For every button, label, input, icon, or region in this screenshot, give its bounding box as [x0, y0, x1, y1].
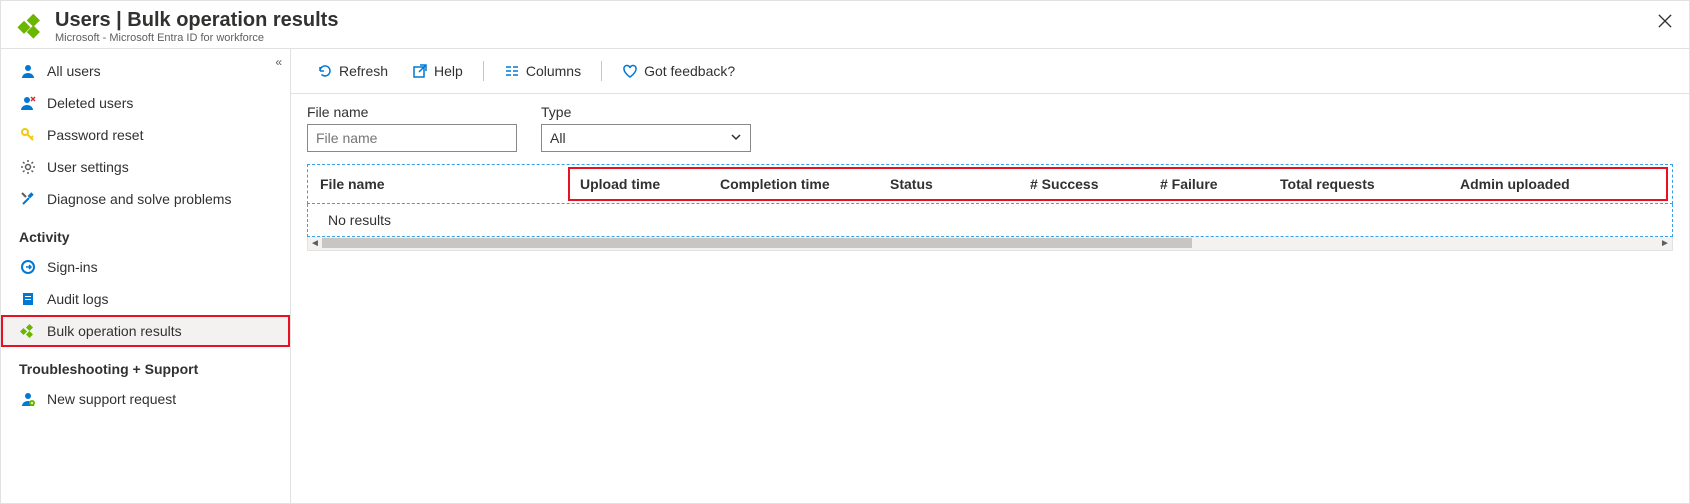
sidebar-item-label: Audit logs	[47, 291, 108, 307]
key-icon	[19, 126, 37, 144]
user-x-icon	[19, 94, 37, 112]
sidebar-item-password-reset[interactable]: Password reset	[1, 119, 290, 151]
sidebar-item-label: Password reset	[47, 127, 143, 143]
column-header-status[interactable]: Status	[878, 176, 1018, 192]
support-icon	[19, 390, 37, 408]
filter-label: File name	[307, 104, 517, 120]
scroll-left-arrow[interactable]: ◄	[308, 238, 322, 249]
columns-label: Columns	[526, 63, 581, 79]
sidebar-item-bulk-results[interactable]: Bulk operation results	[1, 315, 290, 347]
no-results-row: No results	[307, 204, 1673, 237]
sidebar-item-sign-ins[interactable]: Sign-ins	[1, 251, 290, 283]
filter-label: Type	[541, 104, 751, 120]
blade-header: Users | Bulk operation results Microsoft…	[1, 1, 1689, 49]
sidebar-item-label: Sign-ins	[47, 259, 98, 275]
page-subtitle: Microsoft - Microsoft Entra ID for workf…	[55, 32, 1673, 44]
bulk-icon	[19, 322, 37, 340]
collapse-sidebar-button[interactable]: «	[275, 55, 282, 69]
sidebar-item-all-users[interactable]: All users	[1, 55, 290, 87]
sidebar-item-user-settings[interactable]: User settings	[1, 151, 290, 183]
sidebar-item-support-request[interactable]: New support request	[1, 383, 290, 415]
column-header-file-name[interactable]: File name	[308, 176, 568, 192]
sidebar-item-label: All users	[47, 63, 101, 79]
help-label: Help	[434, 63, 463, 79]
sidebar-item-label: Deleted users	[47, 95, 133, 111]
scrollbar-thumb[interactable]	[322, 238, 1192, 248]
filter-file-name: File name	[307, 104, 517, 152]
sidebar-section-activity: Activity	[1, 215, 290, 251]
blade-body: « All users Deleted users Password reset…	[1, 49, 1689, 503]
refresh-icon	[317, 63, 333, 79]
table-header-row: File name Upload time Completion time St…	[307, 164, 1673, 204]
toolbar: Refresh Help Columns Got feedback?	[291, 49, 1689, 94]
scroll-right-arrow[interactable]: ►	[1658, 238, 1672, 249]
sidebar-item-label: New support request	[47, 391, 176, 407]
sidebar-item-label: Bulk operation results	[47, 323, 182, 339]
column-header-admin-uploaded[interactable]: Admin uploaded	[1448, 176, 1672, 192]
signin-icon	[19, 258, 37, 276]
column-header-success[interactable]: # Success	[1018, 176, 1148, 192]
column-header-completion-time[interactable]: Completion time	[708, 176, 878, 192]
sidebar-item-diagnose[interactable]: Diagnose and solve problems	[1, 183, 290, 215]
page-title: Users | Bulk operation results	[55, 9, 1673, 32]
wrench-icon	[19, 190, 37, 208]
sidebar-item-label: Diagnose and solve problems	[47, 191, 231, 207]
sidebar-item-label: User settings	[47, 159, 129, 175]
main-content: Refresh Help Columns Got feedback? File …	[291, 49, 1689, 503]
sidebar-item-audit-logs[interactable]: Audit logs	[1, 283, 290, 315]
refresh-label: Refresh	[339, 63, 388, 79]
type-select[interactable]: All	[541, 124, 751, 152]
toolbar-separator	[601, 61, 602, 81]
log-icon	[19, 290, 37, 308]
column-header-total-requests[interactable]: Total requests	[1268, 176, 1448, 192]
columns-icon	[504, 63, 520, 79]
heart-icon	[622, 63, 638, 79]
bulk-results-icon	[17, 11, 45, 39]
results-table: File name Upload time Completion time St…	[291, 164, 1689, 251]
columns-button[interactable]: Columns	[494, 59, 591, 83]
close-button[interactable]	[1653, 9, 1677, 33]
column-header-upload-time[interactable]: Upload time	[568, 176, 708, 192]
chevron-down-icon	[730, 130, 742, 146]
sidebar-section-support: Troubleshooting + Support	[1, 347, 290, 383]
file-name-input[interactable]	[307, 124, 517, 152]
refresh-button[interactable]: Refresh	[307, 59, 398, 83]
external-link-icon	[412, 63, 428, 79]
horizontal-scrollbar[interactable]: ◄ ►	[307, 237, 1673, 251]
filters: File name Type All	[291, 94, 1689, 164]
user-icon	[19, 62, 37, 80]
toolbar-separator	[483, 61, 484, 81]
filter-type: Type All	[541, 104, 751, 152]
column-header-failure[interactable]: # Failure	[1148, 176, 1268, 192]
type-select-value: All	[550, 130, 566, 146]
sidebar: « All users Deleted users Password reset…	[1, 49, 291, 503]
help-button[interactable]: Help	[402, 59, 473, 83]
gear-icon	[19, 158, 37, 176]
feedback-button[interactable]: Got feedback?	[612, 59, 745, 83]
feedback-label: Got feedback?	[644, 63, 735, 79]
sidebar-item-deleted-users[interactable]: Deleted users	[1, 87, 290, 119]
